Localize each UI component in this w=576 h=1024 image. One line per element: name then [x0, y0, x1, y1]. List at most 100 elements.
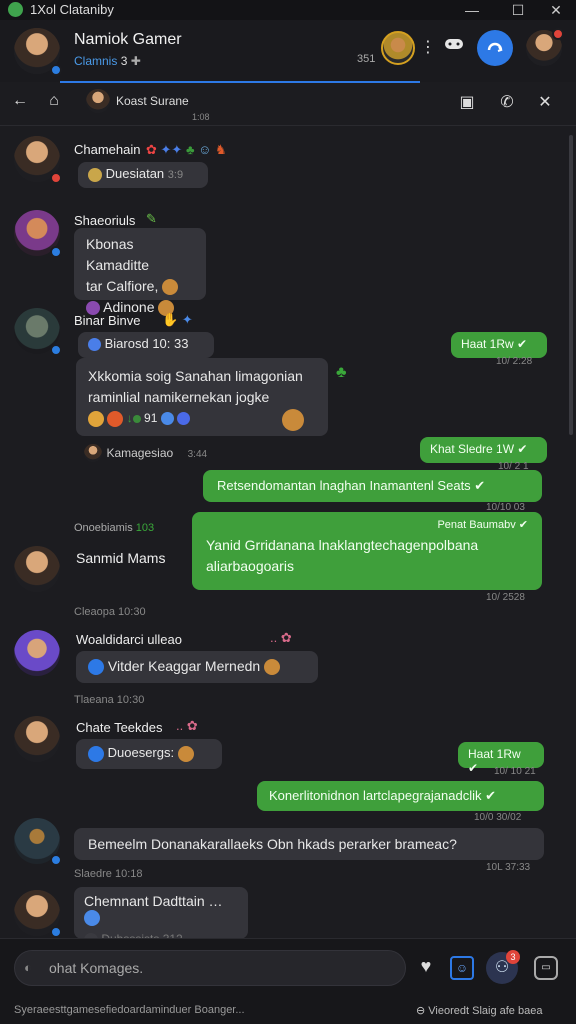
- sender-name: Chate Teekdes: [76, 720, 163, 735]
- message-line: Xkkomia soig Sanahan limagonian: [88, 368, 303, 384]
- emoji-row: ✋ ✦: [162, 312, 193, 327]
- footer-status: Syeraeesttgamesefiedoardaminduer Boanger…: [14, 1004, 245, 1016]
- reply-text: Biarosd 10: 33: [104, 336, 189, 351]
- status-icon: [50, 172, 62, 184]
- message-avatar[interactable]: [14, 210, 62, 258]
- reply-name: Kamagesiao: [106, 446, 174, 461]
- home-icon[interactable]: ⌂: [44, 92, 64, 112]
- window-title: 1Xol Clataniby: [30, 2, 114, 17]
- emoji-row: ✿ ✦✦ ♣ ☺ ♞: [146, 142, 227, 157]
- expand-icon[interactable]: ▭: [534, 956, 558, 980]
- outgoing-bubble[interactable]: Penat Baumabv ✔ Yanid Grridanana lnaklan…: [192, 512, 542, 590]
- message-line: tar Calfiore,: [86, 278, 159, 294]
- message-avatar[interactable]: [14, 308, 62, 356]
- maximize-icon[interactable]: ☐: [498, 0, 538, 20]
- user-name: Namiok Gamer: [74, 31, 182, 48]
- user-sub-symbol: 3: [120, 54, 128, 68]
- message-text: Vitder Keaggar Mernedn: [107, 658, 261, 674]
- message-text: Haat 1Rw: [461, 337, 514, 351]
- message-input[interactable]: ohat Komages.: [14, 950, 406, 986]
- message-bubble[interactable]: Kbonas Kamaditte tar Calfiore, Adinone: [74, 228, 206, 317]
- outgoing-bubble[interactable]: Retsendomantan lnaghan Inamantenl Seats …: [203, 470, 542, 502]
- message-time: 10/ 2:28: [496, 356, 533, 367]
- message-pre: Onoebiamis 103: [74, 522, 154, 534]
- message-text: Haat 1Rw: [468, 747, 521, 761]
- attach-icon[interactable]: ◐: [24, 960, 32, 975]
- reaction-icon[interactable]: ♣: [336, 364, 347, 382]
- image-icon[interactable]: ▣: [456, 92, 478, 112]
- user-status: Clamnis: [74, 54, 118, 68]
- thread-title: Koast Surane: [116, 94, 189, 108]
- contact-avatar[interactable]: [381, 31, 415, 65]
- status-icon: [50, 926, 62, 938]
- phone-icon[interactable]: ✆: [496, 92, 518, 112]
- message-line: Kbonas Kamaditte: [86, 236, 150, 273]
- more-icon[interactable]: ⋮: [420, 37, 436, 57]
- app-icon: [8, 2, 23, 17]
- message-bubble[interactable]: Vitder Keaggar Mernedn: [76, 651, 318, 683]
- message-text: Yanid Grridanana lnaklangtechagenpolbana…: [206, 537, 479, 574]
- reaction-count: 91: [144, 411, 158, 425]
- message-avatar[interactable]: [14, 630, 60, 676]
- message-time: 10/ 10 21: [494, 766, 536, 777]
- message-avatar[interactable]: [14, 818, 62, 866]
- emoji-icon: [282, 409, 304, 431]
- reply-chip[interactable]: Duesiatan 3:9: [78, 162, 208, 188]
- message-avatar[interactable]: [14, 136, 62, 184]
- bubble-header: Penat Baumabv: [437, 519, 516, 531]
- sticker-icon[interactable]: ☺: [450, 956, 474, 980]
- footer-info-text: Vieoredt Slaig afe baea: [428, 1005, 543, 1017]
- message-text: Konerlitonidnon lartclapegrajanadclik: [269, 788, 482, 803]
- status-icon: [50, 246, 62, 258]
- status-icon: [50, 854, 62, 866]
- message-text: Retsendomantan lnaghan Inamantenl Seats: [217, 478, 471, 493]
- pre-number: 103: [135, 522, 155, 534]
- outgoing-bubble[interactable]: Khat Sledre 1W ✔: [420, 437, 547, 463]
- message-avatar[interactable]: [14, 546, 60, 592]
- sender-name: Sanmid Mams: [76, 550, 166, 566]
- message-text: Khat Sledre 1W: [430, 442, 515, 456]
- message-bubble[interactable]: Duoesergs:: [76, 739, 222, 769]
- close-icon[interactable]: ✕: [536, 0, 576, 20]
- call-button[interactable]: [477, 30, 513, 66]
- message-bubble[interactable]: Bemeelm Donanakarallaeks Obn hkads perar…: [74, 828, 544, 860]
- tools-icon[interactable]: ✕: [534, 92, 556, 112]
- sender-name: Binar Binve: [74, 313, 141, 328]
- user-avatar[interactable]: [14, 28, 62, 76]
- minimize-icon[interactable]: —: [452, 0, 492, 20]
- profile-avatar[interactable]: [526, 28, 564, 66]
- message-avatar[interactable]: [14, 890, 62, 938]
- reply-text: Duesiatan: [105, 166, 165, 181]
- thread-avatar[interactable]: [86, 89, 110, 113]
- message-time: 10/0 30/02: [474, 812, 522, 823]
- reply-preview[interactable]: Kamagesiao 3:44: [84, 444, 207, 462]
- input-placeholder: ohat Komages.: [49, 960, 144, 976]
- outgoing-bubble[interactable]: Haat 1Rw ✔: [451, 332, 547, 358]
- sender-name: Chamehain: [74, 142, 141, 157]
- scrollbar[interactable]: [569, 135, 573, 435]
- message-avatar[interactable]: [14, 716, 60, 762]
- message-time: 10L 37:33: [486, 862, 531, 873]
- notification-count: 3: [506, 950, 520, 964]
- reply-time: 3:9: [167, 169, 184, 181]
- footer-info: ⊖ Vieoredt Slaig afe baea: [416, 1005, 543, 1017]
- status-icon: [50, 344, 62, 356]
- sender-name: Woaldidarci ulleao: [76, 632, 182, 647]
- message-line: raminlial namikernekan jogke: [88, 389, 270, 405]
- gamepad-icon[interactable]: [442, 36, 466, 58]
- participant-count: 351: [357, 53, 376, 65]
- message-bubble[interactable]: Chemnant Dadttain … Dubsssists 312: [74, 887, 248, 948]
- sender-name: Chemnant Dadttain: [84, 893, 205, 909]
- heart-icon[interactable]: ♥: [414, 956, 438, 980]
- reply-chip[interactable]: Biarosd 10: 33: [78, 332, 214, 358]
- pre-label: Onoebiamis: [74, 522, 133, 534]
- back-arrow-icon[interactable]: ←: [10, 92, 30, 112]
- notification-badge-icon: [552, 28, 564, 40]
- message-time: 10/ 2528: [486, 592, 525, 603]
- progress-bar: [60, 81, 420, 83]
- timestamp: Cleaopa 10:30: [74, 606, 146, 618]
- outgoing-bubble[interactable]: Haat 1Rw ✔: [458, 742, 544, 775]
- timestamp: Slaedre 10:18: [74, 868, 143, 880]
- outgoing-bubble[interactable]: Konerlitonidnon lartclapegrajanadclik ✔: [257, 781, 544, 811]
- user-group-icon[interactable]: ⚇ 3: [486, 950, 520, 984]
